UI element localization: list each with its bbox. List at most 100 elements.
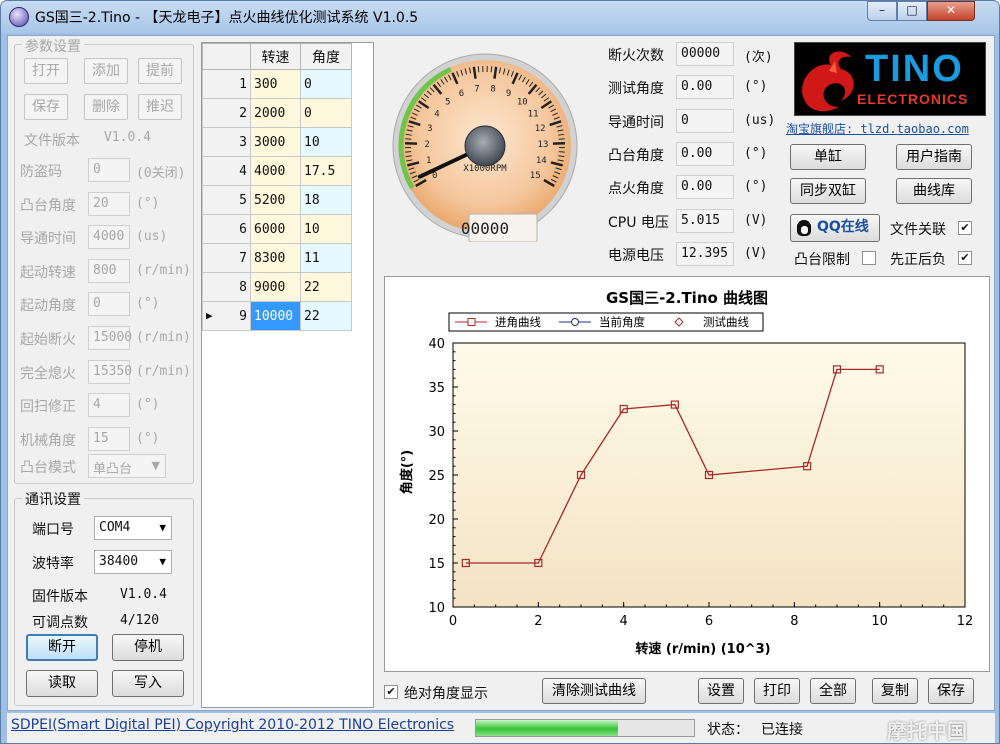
table-row[interactable]: 2 2000 0 (202, 98, 352, 128)
row-header[interactable]: 2 (202, 98, 251, 128)
angle-cell[interactable]: 22 (300, 272, 352, 302)
progress-fill (476, 720, 618, 736)
user-guide-button[interactable]: 用户指南 (896, 144, 972, 170)
angle-cell[interactable]: 10 (300, 214, 352, 244)
chart-title: GS国三-2.Tino 曲线图 (606, 289, 768, 307)
column-header-angle[interactable]: 角度 (300, 43, 352, 70)
close-button[interactable]: ✕ (927, 1, 975, 21)
row-header[interactable]: 7 (202, 243, 251, 273)
row-header[interactable]: ▶ 9 (202, 301, 251, 331)
rpm-cell[interactable]: 6000 (250, 214, 301, 244)
angle-cell[interactable]: 0 (300, 69, 352, 99)
column-header-rpm[interactable]: 转速 (250, 43, 301, 70)
table-row[interactable]: 7 8300 11 (202, 243, 352, 273)
client-area: 参数设置 打开 添加 提前 保存 删除 推迟 文件版本 V1.0.4 防盗码 0 (… (7, 35, 995, 711)
row-header[interactable]: 8 (202, 272, 251, 302)
gauge-tick-label: 1 (426, 156, 431, 166)
readout-unit: (V) (744, 246, 768, 261)
copy-button[interactable]: 复制 (872, 678, 918, 704)
boss-limit-checkbox[interactable] (862, 251, 876, 265)
param-input[interactable]: 4 (88, 393, 130, 417)
copyright-link[interactable]: SDPEI(Smart Digital PEI) Copyright 2010-… (11, 717, 454, 733)
curve-table[interactable]: 转速 角度 1 300 0 2 2000 0 3 3000 10 4 4000 17.5 5 5200 18… (201, 42, 374, 708)
rpm-cell[interactable]: 3000 (250, 127, 301, 157)
angle-cell[interactable]: 10 (300, 127, 352, 157)
param-input[interactable]: 15000 (88, 326, 132, 350)
param-label: 完全熄火 (20, 366, 76, 382)
param-input[interactable]: 20 (88, 192, 130, 216)
qq-online-button[interactable]: QQ在线 (790, 214, 880, 242)
open-button[interactable]: 打开 (24, 58, 68, 84)
table-row[interactable]: 6 6000 10 (202, 214, 352, 244)
angle-cell[interactable]: 22 (300, 301, 352, 331)
angle-cell[interactable]: 18 (300, 185, 352, 215)
rpm-cell[interactable]: 2000 (250, 98, 301, 128)
boss-mode-select[interactable]: 单凸台 ▼ (88, 454, 166, 478)
baud-select[interactable]: 38400 ▼ (94, 550, 172, 574)
param-input[interactable]: 15 (88, 427, 130, 451)
stop-button[interactable]: 停机 (112, 634, 184, 661)
param-label: 凸台角度 (20, 198, 76, 214)
param-label: 回扫修正 (20, 399, 76, 415)
port-select[interactable]: COM4 ▼ (94, 516, 172, 540)
readout-label: 凸台角度 (608, 148, 664, 164)
write-button[interactable]: 写入 (112, 670, 184, 697)
rpm-cell[interactable]: 10000 (250, 301, 301, 331)
table-row[interactable]: ▶ 9 10000 22 (202, 301, 352, 331)
row-header[interactable]: 4 (202, 156, 251, 186)
table-row[interactable]: 4 4000 17.5 (202, 156, 352, 186)
row-header[interactable]: 5 (202, 185, 251, 215)
shop-link[interactable]: 淘宝旗舰店: tlzd.taobao.com (786, 120, 969, 137)
maximize-button[interactable]: □ (897, 1, 927, 21)
pos-neg-checkbox[interactable]: ✔ (958, 251, 972, 265)
angle-cell[interactable]: 17.5 (300, 156, 352, 186)
title-bar: GS国三-2.Tino - 【天龙电子】点火曲线优化测试系统 V1.0.5 – … (1, 1, 999, 33)
angle-cell[interactable]: 11 (300, 243, 352, 273)
rpm-cell[interactable]: 9000 (250, 272, 301, 302)
angle-cell[interactable]: 0 (300, 98, 352, 128)
param-input[interactable]: 0 (88, 158, 130, 182)
absolute-angle-checkbox[interactable]: ✔ (384, 685, 398, 699)
readout-value: 0.00 (676, 75, 734, 99)
clear-test-curve-button[interactable]: 清除测试曲线 (542, 678, 646, 704)
rpm-cell[interactable]: 8300 (250, 243, 301, 273)
save-chart-button[interactable]: 保存 (928, 678, 974, 704)
gauge-tick-label: 3 (427, 124, 432, 134)
app-window: GS国三-2.Tino - 【天龙电子】点火曲线优化测试系统 V1.0.5 – … (0, 0, 1000, 744)
param-input[interactable]: 4000 (88, 225, 130, 249)
all-button[interactable]: 全部 (810, 678, 856, 704)
param-input[interactable]: 800 (88, 259, 130, 283)
row-header[interactable]: 6 (202, 214, 251, 244)
rpm-cell[interactable]: 300 (250, 69, 301, 99)
window-title: GS国三-2.Tino - 【天龙电子】点火曲线优化测试系统 V1.0.5 (35, 10, 419, 26)
table-row[interactable]: 3 3000 10 (202, 127, 352, 157)
gauge-counter: 00000 (461, 219, 509, 238)
disconnect-button[interactable]: 断开 (26, 634, 98, 661)
readout-label: CPU 电压 (608, 215, 669, 231)
curve-library-button[interactable]: 曲线库 (896, 178, 972, 204)
rpm-cell[interactable]: 5200 (250, 185, 301, 215)
table-row[interactable]: 5 5200 18 (202, 185, 352, 215)
param-input[interactable]: 0 (88, 292, 130, 316)
settings-button[interactable]: 设置 (698, 678, 744, 704)
minimize-button[interactable]: – (867, 1, 897, 21)
add-button[interactable]: 添加 (84, 58, 128, 84)
dual-cylinder-button[interactable]: 同步双缸 (790, 178, 866, 204)
readout-unit: (V) (744, 213, 768, 228)
advance-button[interactable]: 提前 (138, 58, 182, 84)
table-row[interactable]: 8 9000 22 (202, 272, 352, 302)
row-header[interactable]: 3 (202, 127, 251, 157)
table-row[interactable]: 1 300 0 (202, 69, 352, 99)
file-assoc-label: 文件关联 (890, 222, 946, 238)
file-assoc-checkbox[interactable]: ✔ (958, 221, 972, 235)
save-params-button[interactable]: 保存 (24, 94, 68, 120)
delete-button[interactable]: 删除 (84, 94, 128, 120)
param-input[interactable]: 15350 (88, 360, 132, 384)
retard-button[interactable]: 推迟 (138, 94, 182, 120)
row-header[interactable]: 1 (202, 69, 251, 99)
read-button[interactable]: 读取 (26, 670, 98, 697)
rpm-cell[interactable]: 4000 (250, 156, 301, 186)
print-button[interactable]: 打印 (754, 678, 800, 704)
chart-x-tick-label: 8 (790, 614, 798, 629)
single-cylinder-button[interactable]: 单缸 (790, 144, 866, 170)
